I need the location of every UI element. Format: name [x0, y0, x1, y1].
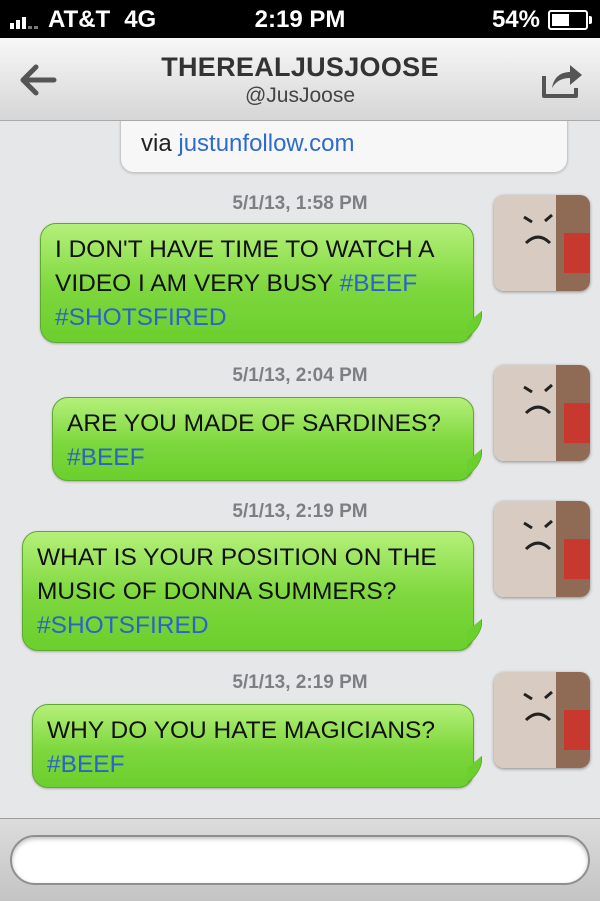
status-right: 54%: [491, 6, 592, 34]
hashtag-link[interactable]: #SHOTSFIRED: [37, 612, 209, 639]
battery-percent: 54%: [491, 6, 540, 33]
message-bubble[interactable]: I DON'T HAVE TIME TO WATCH A VIDEO I AM …: [40, 223, 474, 343]
message-bubble[interactable]: ARE YOU MADE OF SARDINES? #BEEF: [52, 397, 474, 481]
message-input[interactable]: [10, 835, 590, 885]
avatar[interactable]: [494, 195, 590, 291]
conversation-title: THEREALJUSJOOSE: [161, 52, 439, 82]
clipped-text: ▔▔▔▔▔▔▔▔▔▔▔▔▔▔▔▔▔: [141, 121, 429, 130]
via-label: via: [141, 130, 172, 157]
hashtag-link[interactable]: #BEEF: [47, 751, 125, 778]
hashtag-link[interactable]: #BEEF: [340, 270, 418, 297]
hashtag-link[interactable]: #BEEF: [67, 444, 145, 471]
previous-message-bubble[interactable]: ▔▔▔▔▔▔▔▔▔▔▔▔▔▔▔▔▔ via justunfollow.com: [120, 121, 568, 173]
message-text: I DON'T HAVE TIME TO WATCH A: [55, 236, 435, 263]
via-link[interactable]: justunfollow.com: [178, 130, 354, 157]
hashtag-link[interactable]: #SHOTSFIRED: [55, 304, 227, 331]
avatar[interactable]: [494, 501, 590, 597]
share-icon: [542, 65, 582, 98]
avatar-image: [494, 672, 590, 768]
conversation-handle: @JusJoose: [244, 84, 356, 107]
message-text: WHY DO YOU HATE MAGICIANS?: [47, 717, 435, 744]
share-button[interactable]: [540, 60, 584, 100]
compose-bar: [0, 818, 600, 901]
message-text: ARE YOU MADE OF SARDINES?: [67, 410, 441, 437]
message-text: MUSIC OF DONNA SUMMERS?: [37, 578, 397, 605]
navigation-bar: THEREALJUSJOOSE @JusJoose: [0, 38, 600, 121]
via-text: via justunfollow.com: [141, 130, 354, 158]
avatar-image: [494, 195, 590, 291]
message-text: VIDEO I AM VERY BUSY: [55, 270, 340, 297]
avatar[interactable]: [494, 672, 590, 768]
avatar[interactable]: [494, 365, 590, 461]
battery-icon: [548, 10, 592, 30]
avatar-image: [494, 365, 590, 461]
message-text: WHAT IS YOUR POSITION ON THE: [37, 544, 437, 571]
status-bar: AT&T 4G 2:19 PM 54%: [0, 0, 600, 38]
message-bubble[interactable]: WHY DO YOU HATE MAGICIANS? #BEEF: [32, 704, 474, 788]
conversation-thread[interactable]: ▔▔▔▔▔▔▔▔▔▔▔▔▔▔▔▔▔ via justunfollow.com 5…: [0, 121, 600, 818]
avatar-image: [494, 501, 590, 597]
message-bubble[interactable]: WHAT IS YOUR POSITION ON THE MUSIC OF DO…: [22, 531, 474, 651]
